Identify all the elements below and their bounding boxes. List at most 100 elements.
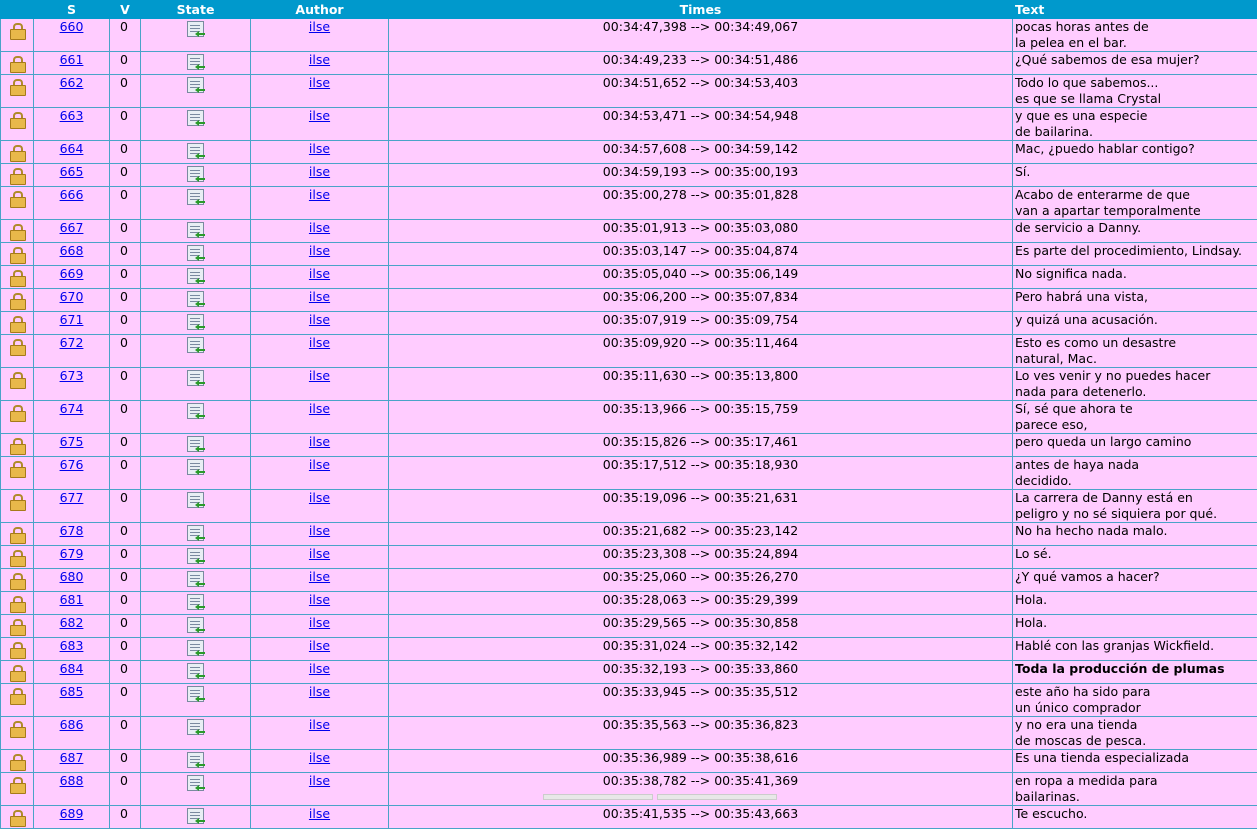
state-icon[interactable]	[187, 663, 205, 679]
author-link[interactable]: ilse	[309, 638, 330, 653]
pagination-right[interactable]	[657, 794, 777, 800]
row-text[interactable]: Lo sé.	[1013, 546, 1257, 569]
row-text[interactable]: Es parte del procedimiento, Lindsay.	[1013, 243, 1257, 266]
author-link[interactable]: ilse	[309, 52, 330, 67]
row-number-link[interactable]: 687	[60, 750, 84, 765]
lock-cell[interactable]	[1, 546, 34, 569]
row-number-link[interactable]: 684	[60, 661, 84, 676]
row-text[interactable]: y que es una especie de bailarina.	[1013, 108, 1257, 141]
row-text[interactable]: Todo lo que sabemos... es que se llama C…	[1013, 75, 1257, 108]
state-icon[interactable]	[187, 54, 205, 70]
row-text[interactable]: este año ha sido para un único comprador	[1013, 684, 1257, 717]
author-link[interactable]: ilse	[309, 684, 330, 699]
row-text[interactable]: Hola.	[1013, 592, 1257, 615]
author-link[interactable]: ilse	[309, 368, 330, 383]
table-row[interactable]: 6830ilse00:35:31,024 --> 00:35:32,142Hab…	[1, 638, 1257, 661]
state-icon[interactable]	[187, 525, 205, 541]
row-number-link[interactable]: 669	[60, 266, 84, 281]
author-link[interactable]: ilse	[309, 457, 330, 472]
lock-cell[interactable]	[1, 661, 34, 684]
author-link[interactable]: ilse	[309, 164, 330, 179]
author-link[interactable]: ilse	[309, 523, 330, 538]
row-text[interactable]: ¿Qué sabemos de esa mujer?	[1013, 52, 1257, 75]
row-number-link[interactable]: 681	[60, 592, 84, 607]
state-icon[interactable]	[187, 21, 205, 37]
lock-icon[interactable]	[9, 191, 25, 205]
author-link[interactable]: ilse	[309, 266, 330, 281]
row-text[interactable]: Te escucho.	[1013, 806, 1257, 829]
lock-cell[interactable]	[1, 220, 34, 243]
state-icon[interactable]	[187, 77, 205, 93]
row-number-link[interactable]: 667	[60, 220, 84, 235]
header-v[interactable]: V	[110, 1, 141, 19]
row-number-link[interactable]: 688	[60, 773, 84, 788]
state-icon[interactable]	[187, 166, 205, 182]
row-text[interactable]: y no era una tienda de moscas de pesca.	[1013, 717, 1257, 750]
row-text[interactable]: y quizá una acusación.	[1013, 312, 1257, 335]
lock-icon[interactable]	[9, 224, 25, 238]
table-row[interactable]: 6600ilse00:34:47,398 --> 00:34:49,067poc…	[1, 19, 1257, 52]
table-row[interactable]: 6610ilse00:34:49,233 --> 00:34:51,486¿Qu…	[1, 52, 1257, 75]
lock-icon[interactable]	[9, 494, 25, 508]
lock-icon[interactable]	[9, 145, 25, 159]
row-number-link[interactable]: 660	[60, 19, 84, 34]
author-link[interactable]: ilse	[309, 289, 330, 304]
row-number-link[interactable]: 670	[60, 289, 84, 304]
lock-icon[interactable]	[9, 754, 25, 768]
row-text[interactable]: Sí, sé que ahora te parece eso,	[1013, 401, 1257, 434]
row-text[interactable]: Lo ves venir y no puedes hacer nada para…	[1013, 368, 1257, 401]
lock-icon[interactable]	[9, 23, 25, 37]
table-row[interactable]: 6630ilse00:34:53,471 --> 00:34:54,948y q…	[1, 108, 1257, 141]
lock-cell[interactable]	[1, 592, 34, 615]
table-row[interactable]: 6860ilse00:35:35,563 --> 00:35:36,823y n…	[1, 717, 1257, 750]
state-icon[interactable]	[187, 571, 205, 587]
lock-icon[interactable]	[9, 721, 25, 735]
author-link[interactable]: ilse	[309, 108, 330, 123]
row-number-link[interactable]: 675	[60, 434, 84, 449]
table-row[interactable]: 6680ilse00:35:03,147 --> 00:35:04,874Es …	[1, 243, 1257, 266]
lock-icon[interactable]	[9, 777, 25, 791]
state-icon[interactable]	[187, 370, 205, 386]
lock-icon[interactable]	[9, 619, 25, 633]
row-number-link[interactable]: 672	[60, 335, 84, 350]
author-link[interactable]: ilse	[309, 243, 330, 258]
table-row[interactable]: 6640ilse00:34:57,608 --> 00:34:59,142Mac…	[1, 141, 1257, 164]
table-row[interactable]: 6700ilse00:35:06,200 --> 00:35:07,834Per…	[1, 289, 1257, 312]
header-author[interactable]: Author	[251, 1, 389, 19]
row-number-link[interactable]: 671	[60, 312, 84, 327]
state-icon[interactable]	[187, 245, 205, 261]
table-row[interactable]: 6800ilse00:35:25,060 --> 00:35:26,270¿Y …	[1, 569, 1257, 592]
lock-cell[interactable]	[1, 457, 34, 490]
lock-cell[interactable]	[1, 164, 34, 187]
row-text[interactable]: Sí.	[1013, 164, 1257, 187]
row-text[interactable]: antes de haya nada decidido.	[1013, 457, 1257, 490]
lock-cell[interactable]	[1, 52, 34, 75]
author-link[interactable]: ilse	[309, 615, 330, 630]
table-row[interactable]: 6730ilse00:35:11,630 --> 00:35:13,800Lo …	[1, 368, 1257, 401]
row-number-link[interactable]: 673	[60, 368, 84, 383]
row-number-link[interactable]: 666	[60, 187, 84, 202]
table-row[interactable]: 6890ilse00:35:41,535 --> 00:35:43,663Te …	[1, 806, 1257, 829]
lock-cell[interactable]	[1, 141, 34, 164]
lock-cell[interactable]	[1, 717, 34, 750]
row-text[interactable]: Acabo de enterarme de que van a apartar …	[1013, 187, 1257, 220]
table-row[interactable]: 6810ilse00:35:28,063 --> 00:35:29,399Hol…	[1, 592, 1257, 615]
row-number-link[interactable]: 686	[60, 717, 84, 732]
table-row[interactable]: 6780ilse00:35:21,682 --> 00:35:23,142No …	[1, 523, 1257, 546]
state-icon[interactable]	[187, 222, 205, 238]
lock-icon[interactable]	[9, 688, 25, 702]
author-link[interactable]: ilse	[309, 335, 330, 350]
row-text[interactable]: Toda la producción de plumas	[1013, 661, 1257, 684]
state-icon[interactable]	[187, 640, 205, 656]
row-text[interactable]: Esto es como un desastre natural, Mac.	[1013, 335, 1257, 368]
state-icon[interactable]	[187, 110, 205, 126]
table-row[interactable]: 6620ilse00:34:51,652 --> 00:34:53,403Tod…	[1, 75, 1257, 108]
row-text[interactable]: Mac, ¿puedo hablar contigo?	[1013, 141, 1257, 164]
lock-icon[interactable]	[9, 405, 25, 419]
table-row[interactable]: 6770ilse00:35:19,096 --> 00:35:21,631La …	[1, 490, 1257, 523]
lock-cell[interactable]	[1, 19, 34, 52]
row-text[interactable]: de servicio a Danny.	[1013, 220, 1257, 243]
lock-cell[interactable]	[1, 335, 34, 368]
row-text[interactable]: Hola.	[1013, 615, 1257, 638]
lock-cell[interactable]	[1, 750, 34, 773]
